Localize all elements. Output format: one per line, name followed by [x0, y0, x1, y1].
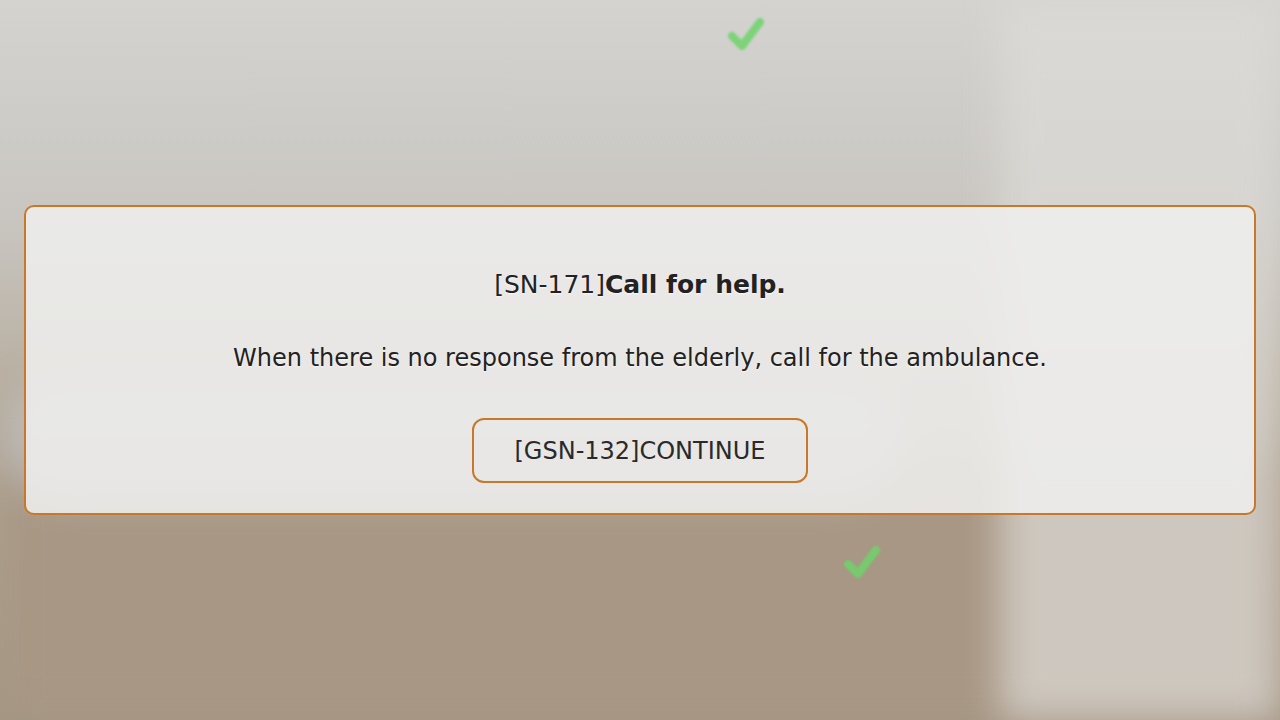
dialog-title: [SN-171]Call for help. [494, 267, 786, 303]
dialog-message: When there is no response from the elder… [233, 340, 1047, 376]
title-code: [SN-171] [494, 270, 605, 299]
check-icon[interactable] [842, 542, 882, 582]
game-screen: [SN-171]Call for help. When there is no r… [0, 0, 1280, 720]
check-icon[interactable] [726, 14, 766, 54]
continue-button[interactable]: [GSN-132]CONTINUE [472, 418, 808, 483]
title-text: Call for help. [605, 270, 786, 299]
instruction-dialog: [SN-171]Call for help. When there is no r… [24, 205, 1256, 515]
